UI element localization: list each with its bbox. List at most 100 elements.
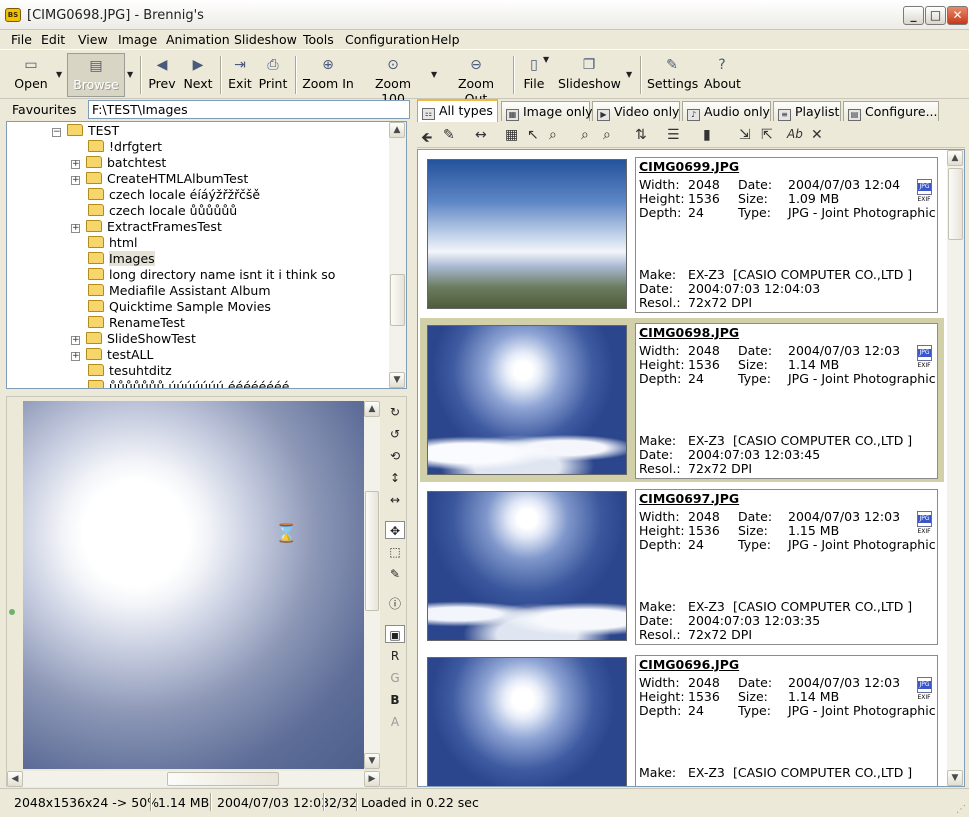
browse-button[interactable]: ▤ Browse	[67, 53, 125, 97]
tab-configure[interactable]: ▤ Configure...	[843, 101, 939, 121]
tree-item[interactable]: long directory name isnt it i think so	[71, 267, 335, 283]
expand-icon[interactable]: +	[71, 160, 80, 169]
scroll-thumb[interactable]	[365, 491, 379, 611]
flip-vertical-icon[interactable]: ↕	[385, 469, 405, 487]
file-card[interactable]: CIMG0699.JPG Width: 2048 Height: 1536 Dept…	[420, 152, 944, 316]
next-button[interactable]: ▶ Next	[182, 53, 214, 97]
scroll-left-icon[interactable]: ◀	[7, 771, 23, 787]
tree-item-images[interactable]: Images	[71, 251, 155, 267]
preview-image[interactable]: ⌛	[23, 401, 364, 769]
sort-az-icon[interactable]: ⇅	[635, 127, 647, 143]
preview-hscrollbar[interactable]: ◀ ▶	[7, 771, 380, 787]
menu-help[interactable]: Help	[431, 32, 460, 47]
thumbnail-image[interactable]	[427, 325, 627, 475]
tree-item-test[interactable]: − TEST	[52, 123, 119, 139]
tab-all-types[interactable]: ⚏ All types	[417, 99, 498, 122]
open-button[interactable]: ▭ Open	[10, 53, 52, 97]
thumbnail-image[interactable]	[427, 657, 627, 786]
resize-horizontal-icon[interactable]: ↔	[475, 127, 487, 143]
zoom-dropdown-icon[interactable]: ▼	[431, 70, 437, 79]
expand-icon[interactable]: +	[71, 224, 80, 233]
folder-tree[interactable]: − TEST !drfgtert + batchtest + CreateHTMLAl…	[6, 121, 407, 389]
menu-animation[interactable]: Animation	[166, 32, 230, 47]
rotate-ccw-icon[interactable]: ↺	[385, 425, 405, 443]
tree-item[interactable]: + ExtractFramesTest	[71, 219, 222, 235]
scroll-up-icon[interactable]: ▲	[364, 401, 380, 417]
menu-file[interactable]: File	[11, 32, 32, 47]
maximize-button[interactable]: □	[925, 6, 946, 25]
file-list[interactable]: CIMG0699.JPG Width: 2048 Height: 1536 Dept…	[417, 149, 965, 787]
expand-icon[interactable]: +	[71, 176, 80, 185]
tree-item[interactable]: !drfgtert	[71, 139, 162, 155]
channel-g-button[interactable]: G	[385, 669, 405, 687]
file-name[interactable]: CIMG0698.JPG	[639, 325, 739, 340]
tree-item[interactable]: czech locale ůůůůůů	[71, 203, 237, 219]
expand-icon[interactable]: +	[71, 336, 80, 345]
rotate-180-icon[interactable]: ⟲	[385, 447, 405, 465]
file-dropdown-icon[interactable]: ▼	[543, 55, 549, 64]
thumbnail-image[interactable]	[427, 491, 627, 641]
collapse-icon[interactable]: −	[52, 128, 61, 137]
zoom-100-button[interactable]: ⊙ Zoom 100	[363, 53, 423, 106]
menu-tools[interactable]: Tools	[303, 32, 334, 47]
tab-video-only[interactable]: ▶ Video only	[592, 101, 680, 121]
channel-b-button[interactable]: B	[385, 691, 405, 709]
scroll-down-icon[interactable]: ▼	[389, 372, 405, 388]
tree-item[interactable]: + testALL	[71, 347, 153, 363]
tree-item[interactable]: + CreateHTMLAlbumTest	[71, 171, 248, 187]
scroll-thumb[interactable]	[390, 274, 405, 326]
tree-item[interactable]: + SlideShowTest	[71, 331, 196, 347]
open-dropdown-icon[interactable]: ▼	[56, 70, 62, 79]
tree-item[interactable]: czech locale éíáýžřžřčšě	[71, 187, 260, 203]
delete-icon[interactable]: ✕	[811, 127, 823, 143]
print-button[interactable]: ⎙ Print	[257, 53, 289, 97]
settings-button[interactable]: ✎ Settings	[647, 53, 698, 97]
cursor-icon[interactable]: ↖	[527, 127, 539, 143]
menu-edit[interactable]: Edit	[41, 32, 65, 47]
info-icon[interactable]: ⓘ	[385, 595, 405, 613]
list-view-icon[interactable]: ☰	[667, 127, 680, 143]
thumbnail-image[interactable]	[427, 159, 627, 309]
browse-dropdown-icon[interactable]: ▼	[127, 70, 133, 79]
flip-horizontal-icon[interactable]: ↔	[385, 491, 405, 509]
resize-grip-icon[interactable]: ⋰	[956, 804, 966, 815]
scroll-down-icon[interactable]: ▼	[947, 770, 963, 786]
pencil-tool-icon[interactable]: ✎	[385, 565, 405, 583]
move-to-icon[interactable]: ⇲	[739, 127, 751, 143]
search-icon[interactable]: ⌕	[549, 127, 557, 143]
tab-image-only[interactable]: ▦ Image only	[501, 101, 593, 121]
folder-search-icon[interactable]: ⌕	[603, 127, 611, 143]
exit-button[interactable]: ⇥ Exit	[226, 53, 254, 97]
tree-item[interactable]: RenameTest	[71, 315, 185, 331]
menu-view[interactable]: View	[78, 32, 108, 47]
zoom-in-button[interactable]: ⊕ Zoom In	[302, 53, 354, 97]
splitter-handle[interactable]	[9, 609, 15, 615]
tree-item[interactable]: html	[71, 235, 137, 251]
channel-r-button[interactable]: R	[385, 647, 405, 665]
tree-item[interactable]: Quicktime Sample Movies	[71, 299, 271, 315]
grid-view-icon[interactable]: ▦	[505, 127, 518, 143]
rotate-cw-icon[interactable]: ↻	[385, 403, 405, 421]
back-icon[interactable]: 🡸	[421, 127, 432, 151]
file-card[interactable]: CIMG0697.JPG Width: 2048 Height: 1536 Dept…	[420, 484, 944, 648]
rename-icon[interactable]: Ab	[787, 127, 803, 141]
scroll-thumb[interactable]	[948, 168, 963, 240]
copy-to-icon[interactable]: ⇱	[761, 127, 773, 143]
scroll-up-icon[interactable]: ▲	[947, 150, 963, 166]
scroll-down-icon[interactable]: ▼	[364, 753, 380, 769]
tree-item[interactable]: Mediafile Assistant Album	[71, 283, 271, 299]
zoom-out-button[interactable]: ⊖ Zoom Out	[445, 53, 507, 106]
slideshow-dropdown-icon[interactable]: ▼	[626, 70, 632, 79]
scroll-up-icon[interactable]: ▲	[389, 122, 405, 138]
scroll-thumb[interactable]	[167, 772, 279, 786]
file-card[interactable]: CIMG0696.JPG Width: 2048 Height: 1536 Dept…	[420, 650, 944, 786]
about-button[interactable]: ? About	[704, 53, 741, 97]
close-button[interactable]: ✕	[947, 6, 968, 25]
path-input[interactable]	[88, 100, 410, 119]
preview-vscrollbar[interactable]: ▲ ▼	[364, 401, 380, 769]
color-channels-icon[interactable]: ▣	[385, 625, 405, 643]
file-name[interactable]: CIMG0696.JPG	[639, 657, 739, 672]
tree-item[interactable]: ůůůůůůů úúúúúúú éééééééé	[71, 379, 289, 388]
list-scrollbar[interactable]: ▲ ▼	[947, 150, 964, 786]
menu-slideshow[interactable]: Slideshow	[234, 32, 297, 47]
